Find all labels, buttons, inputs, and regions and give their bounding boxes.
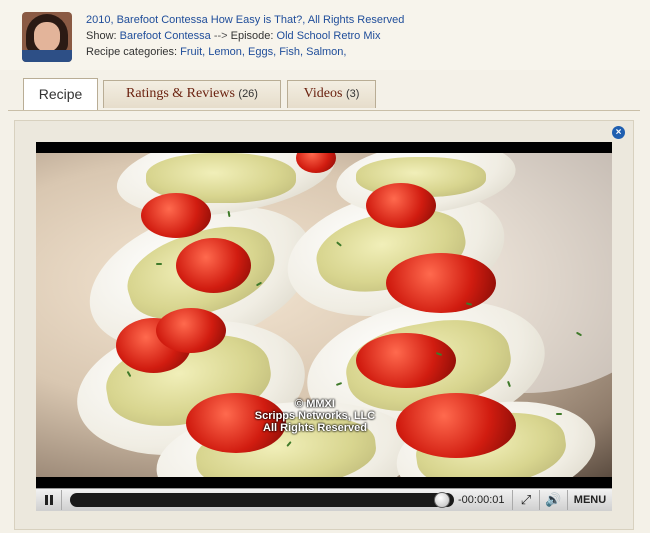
progress-bar[interactable] (70, 493, 454, 507)
categories-prefix: Recipe categories: (86, 46, 178, 58)
episode-arrow: --> (213, 30, 228, 42)
tab-ratings-count: (26) (238, 88, 258, 100)
show-prefix: Show: (86, 30, 117, 42)
host-avatar (22, 12, 72, 62)
tab-ratings-reviews[interactable]: Ratings & Reviews (26) (103, 80, 281, 108)
menu-button[interactable]: MENU (568, 490, 612, 510)
tab-divider (8, 110, 640, 111)
tab-recipe-label: Recipe (38, 86, 83, 102)
tab-videos-label: Videos (303, 86, 343, 101)
copyright-title: 2010, Barefoot Contessa How Easy is That… (86, 14, 405, 26)
watermark-line-3: All Rights Reserved (263, 422, 367, 434)
fullscreen-button[interactable]: ⤢ (512, 490, 540, 510)
episode-prefix: Episode: (230, 30, 274, 42)
volume-button[interactable]: 🔊 (540, 490, 568, 510)
tab-videos[interactable]: Videos (3) (287, 80, 376, 108)
episode-link[interactable]: Old School Retro Mix (277, 30, 381, 42)
watermark-line-2: Scripps Networks, LLC (254, 410, 376, 422)
video-watermark: © MMXI Scripps Networks, LLC All Rights … (0, 398, 650, 434)
fullscreen-icon: ⤢ (520, 492, 532, 507)
tab-videos-count: (3) (345, 88, 360, 100)
show-link[interactable]: Barefoot Contessa (120, 30, 211, 42)
tab-recipe[interactable]: Recipe (23, 78, 98, 110)
close-icon[interactable]: × (612, 126, 625, 139)
tab-ratings-label: Ratings & Reviews (126, 86, 235, 101)
watermark-line-1: © MMXI (295, 398, 335, 410)
time-remaining: -00:00:01 (458, 494, 505, 506)
pause-button[interactable] (36, 490, 62, 510)
categories-links[interactable]: Fruit, Lemon, Eggs, Fish, Salmon, (180, 46, 346, 58)
recipe-meta: 2010, Barefoot Contessa How Easy is That… (86, 12, 404, 60)
volume-icon: 🔊 (545, 492, 562, 507)
